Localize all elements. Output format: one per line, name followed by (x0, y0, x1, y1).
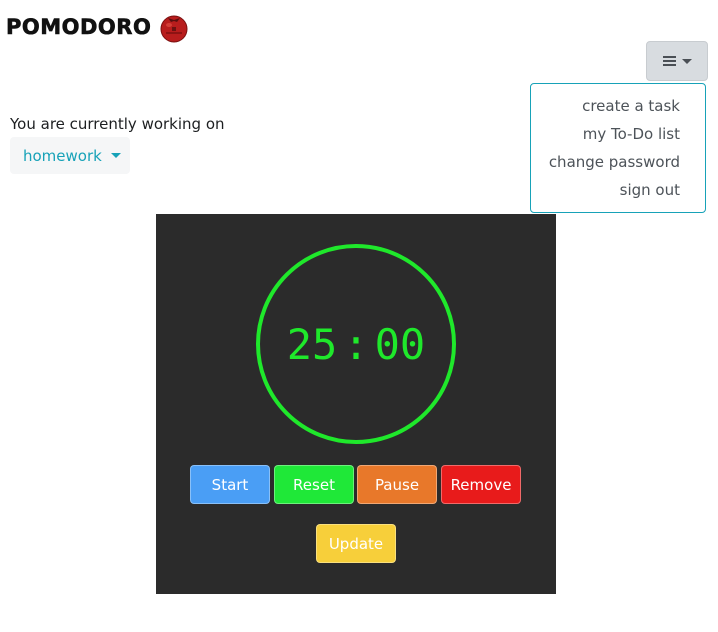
working-on-label: You are currently working on (10, 115, 225, 133)
nav-dropdown-menu: create a task my To-Do list change passw… (530, 83, 706, 213)
menu-item-todo-list[interactable]: my To-Do list (531, 121, 705, 149)
menu-item-change-password[interactable]: change password (531, 149, 705, 177)
timer-seconds: 00 (374, 319, 426, 369)
pause-button[interactable]: Pause (357, 465, 437, 504)
timer-display: 25 : 00 (256, 244, 456, 444)
task-select-value: homework (23, 146, 102, 165)
timer-panel: 25 : 00 Start Reset Pause Remove Update (156, 214, 556, 594)
update-button[interactable]: Update (316, 524, 396, 563)
start-button[interactable]: Start (190, 465, 270, 504)
remove-button[interactable]: Remove (441, 465, 521, 504)
timer-separator: : (343, 319, 369, 369)
menu-toggle-button[interactable] (646, 41, 708, 81)
brand-title: POMODORO (6, 15, 152, 40)
tomato-icon (160, 15, 188, 43)
chevron-down-icon (110, 153, 121, 158)
timer-minutes: 25 (286, 319, 338, 369)
chevron-down-icon (681, 58, 692, 64)
reset-button[interactable]: Reset (274, 465, 354, 504)
hamburger-icon (662, 56, 676, 66)
menu-item-sign-out[interactable]: sign out (531, 177, 705, 205)
brand[interactable]: POMODORO (6, 11, 189, 43)
menu-item-create-task[interactable]: create a task (531, 93, 705, 121)
task-select-dropdown[interactable]: homework (10, 137, 130, 174)
